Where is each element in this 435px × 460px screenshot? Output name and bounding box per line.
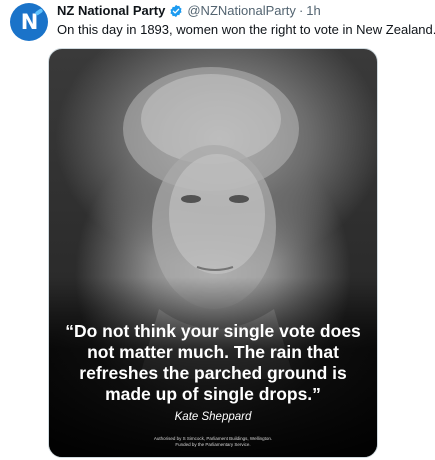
quote-text: “Do not think your single vote does not … xyxy=(65,321,361,404)
tweet-time[interactable]: 1h xyxy=(306,3,320,18)
author-handle[interactable]: @NZNationalParty xyxy=(187,3,296,18)
authorisation-statement: Authorised by S Simcock, Parliament Buil… xyxy=(49,436,377,448)
tweet-image[interactable]: “Do not think your single vote does not … xyxy=(48,48,378,458)
avatar-letter: N xyxy=(20,10,39,34)
authorisation-line-2: Funded by the Parliamentary Service. xyxy=(175,442,251,447)
avatar[interactable]: N xyxy=(10,3,48,41)
quote-author: Kate Sheppard xyxy=(174,411,252,423)
separator-dot: · xyxy=(298,3,304,18)
author-name[interactable]: NZ National Party xyxy=(57,3,165,18)
tweet-text: On this day in 1893, women won the right… xyxy=(57,22,435,37)
tweet-header: NZ National Party @NZNationalParty · 1h xyxy=(57,3,321,18)
verified-badge-icon xyxy=(170,4,182,17)
